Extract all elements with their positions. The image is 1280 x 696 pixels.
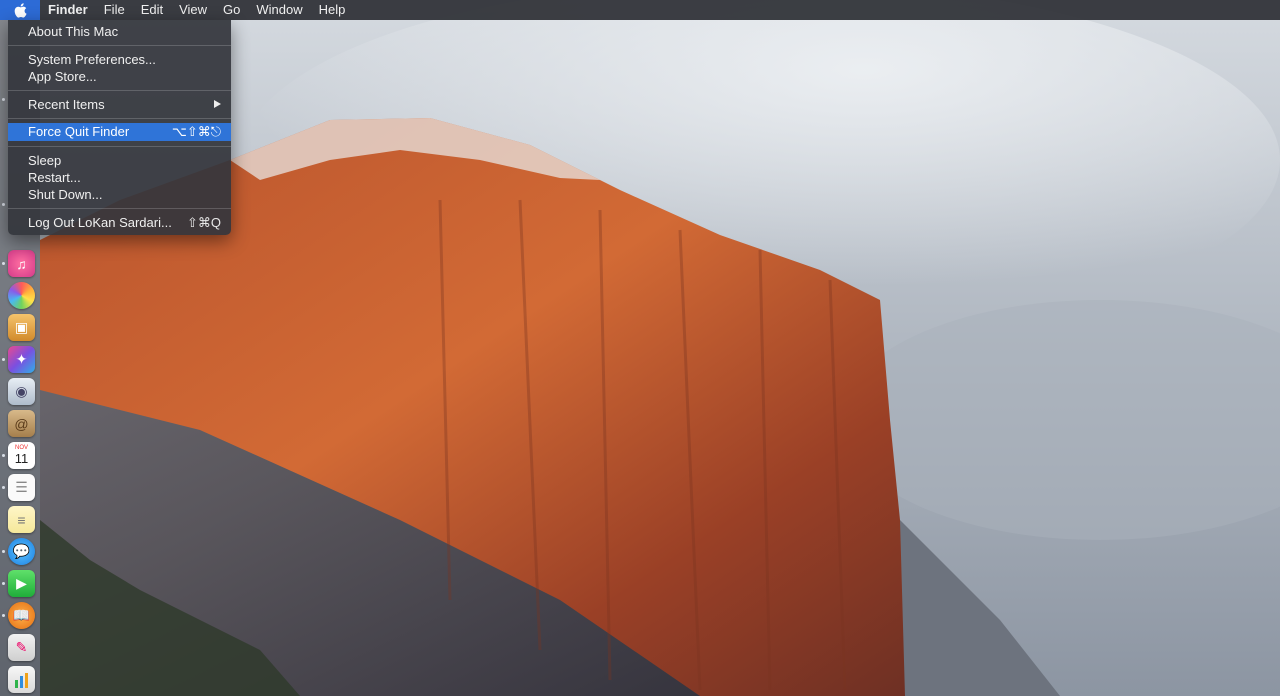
dock-running-indicator — [2, 262, 5, 265]
sleep-label: Sleep — [28, 153, 62, 168]
menu-go[interactable]: Go — [215, 0, 248, 20]
menu-finder[interactable]: Finder — [40, 0, 96, 20]
menu-item-log-out[interactable]: Log Out LoKan Sardari... ⇧⌘Q — [8, 214, 231, 231]
menu-item-shut-down[interactable]: Shut Down... — [8, 186, 231, 203]
menu-item-restart[interactable]: Restart... — [8, 169, 231, 186]
final-cut-pro-icon[interactable]: ✦ — [8, 346, 35, 373]
menu-window[interactable]: Window — [248, 0, 310, 20]
dock-running-indicator — [2, 454, 5, 457]
ibooks-icon[interactable]: 📖 — [8, 602, 35, 629]
menu-item-recent-items[interactable]: Recent Items — [8, 96, 231, 113]
keynote-icon[interactable]: ✎ — [8, 634, 35, 661]
menu-separator — [8, 146, 231, 147]
dock-running-indicator — [2, 550, 5, 553]
menu-item-app-store[interactable]: App Store... — [8, 68, 231, 85]
contacts-icon[interactable]: @ — [8, 410, 35, 437]
log-out-shortcut: ⇧⌘Q — [186, 215, 221, 230]
force-quit-shortcut: ⌥⇧⌘⎋ — [171, 124, 221, 139]
menu-separator — [8, 208, 231, 209]
calendar-day: 11 — [14, 451, 29, 466]
facetime-icon[interactable]: ▶ — [8, 570, 35, 597]
numbers-bars-graphic — [14, 672, 28, 688]
menu-item-system-preferences[interactable]: System Preferences... — [8, 51, 231, 68]
menu-edit[interactable]: Edit — [133, 0, 171, 20]
notes-icon[interactable]: ≡ — [8, 506, 35, 533]
numbers-icon[interactable] — [8, 666, 35, 693]
menu-view[interactable]: View — [171, 0, 215, 20]
preview-icon[interactable]: ▣ — [8, 314, 35, 341]
submenu-arrow-icon — [214, 100, 221, 108]
reminders-icon[interactable]: ☰ — [8, 474, 35, 501]
restart-label: Restart... — [28, 170, 81, 185]
menu-separator — [8, 118, 231, 119]
menu-file[interactable]: File — [96, 0, 133, 20]
menu-bar: Finder File Edit View Go Window Help — [0, 0, 1280, 20]
recent-items-label: Recent Items — [28, 97, 105, 112]
dock-running-indicator — [2, 98, 5, 101]
menu-item-sleep[interactable]: Sleep — [8, 152, 231, 169]
menu-help[interactable]: Help — [311, 0, 354, 20]
app-store-label: App Store... — [28, 69, 97, 84]
menu-item-force-quit[interactable]: Force Quit Finder ⌥⇧⌘⎋ — [8, 123, 231, 141]
dock-running-indicator — [2, 582, 5, 585]
itunes-icon[interactable]: ♫ — [8, 250, 35, 277]
menu-separator — [8, 45, 231, 46]
log-out-label: Log Out LoKan Sardari... — [28, 215, 172, 230]
image-capture-icon[interactable]: ◉ — [8, 378, 35, 405]
dock-running-indicator — [2, 614, 5, 617]
force-quit-label: Force Quit Finder — [28, 124, 130, 139]
messages-icon[interactable]: 💬 — [8, 538, 35, 565]
apple-dropdown-menu: About This Mac System Preferences... App… — [8, 20, 231, 235]
menu-item-about-this-mac[interactable]: About This Mac — [8, 23, 231, 40]
calendar-icon[interactable]: NOV 11 — [8, 442, 35, 469]
dock-running-indicator — [2, 203, 5, 206]
dock-running-indicator — [2, 486, 5, 489]
shut-down-label: Shut Down... — [28, 187, 103, 202]
apple-icon — [14, 2, 26, 18]
system-preferences-label: System Preferences... — [28, 52, 156, 67]
apple-menu-button[interactable] — [0, 0, 40, 20]
photos-icon[interactable] — [8, 282, 35, 309]
about-label: About This Mac — [28, 24, 119, 39]
menu-separator — [8, 90, 231, 91]
dock-running-indicator — [2, 358, 5, 361]
